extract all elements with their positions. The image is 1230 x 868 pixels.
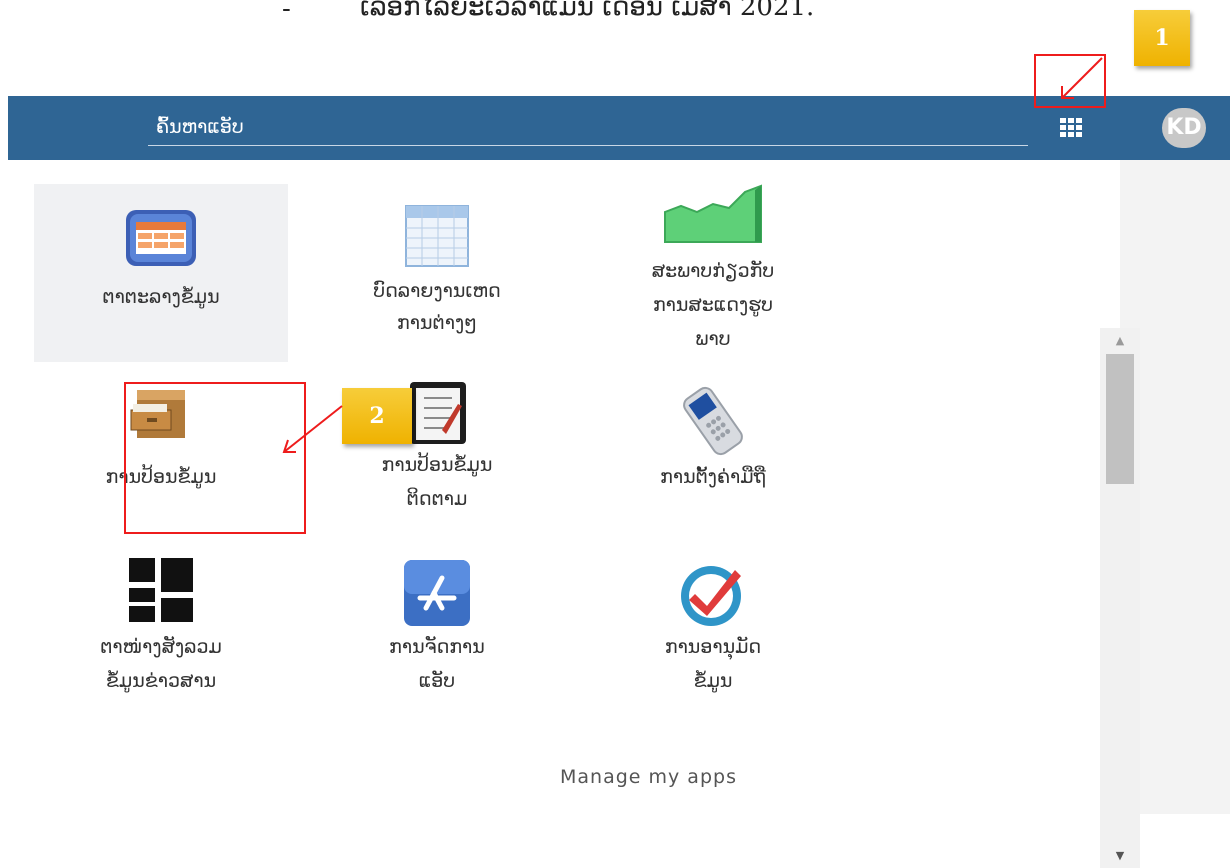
area-chart-icon [664,184,762,243]
apps-menu-button[interactable] [1056,114,1086,142]
clipboard-checklist-icon [410,382,466,444]
app-label: ການຈັດການ [389,636,485,658]
app-label-line2: ການຕ່າງໆ [397,312,477,334]
app-tile-data-tables[interactable]: ຕາຕະລາງຂໍ້ມູນ [34,184,288,362]
app-tile-event-reports[interactable]: ບົດລາຍງານເຫດ ການຕ່າງໆ [310,184,564,362]
app-label: ຕາໜ່າງສັງລວມ [100,636,222,658]
instruction-text: ເລືອກໄລຍະເວລາແມ່ນ ເດືອນ ເມສາ 2021. [360,0,815,22]
dashboard-tiles-icon [129,558,193,622]
app-label: ການຕັ້ງຄ່າມືຖື [660,466,766,488]
app-tile-mobile-config[interactable]: ການຕັ້ງຄ່າມືຖື [586,378,840,556]
scroll-thumb[interactable] [1106,354,1134,484]
user-avatar[interactable]: KD [1162,108,1206,148]
table-window-icon [126,210,196,266]
app-tile-dashboard[interactable]: ຕາໜ່າງສັງລວມ ຂໍ້ມູນຂ່າວສານ [34,552,288,730]
app-tile-data-approval[interactable]: ການອານຸມັດ ຂໍ້ມູນ [586,552,840,730]
app-label-line2: ຕິດຕາມ [406,488,468,510]
app-label-line2: ການສະແດງຮູບ [652,294,774,316]
app-tile-data-visualizer[interactable]: ສະພາບກ່ຽວກັບ ການສະແດງຮູບ ພາບ [586,176,840,354]
scroll-down-arrow-icon[interactable]: ▼ [1100,849,1140,862]
app-label: ການອານຸມັດ [664,636,762,658]
app-label: ສະພາບກ່ຽວກັບ [651,260,775,282]
app-label: ການປ້ອນຂໍ້ມູນ [381,454,493,476]
app-search-input[interactable]: ຄົ້ນຫາແອັບ [148,110,1028,146]
manage-my-apps-link[interactable]: Manage my apps [560,766,737,788]
scroll-up-arrow-icon[interactable]: ▲ [1100,334,1140,347]
step-2-highlight-box [124,382,306,534]
app-label-line2: ຂໍ້ມູນຂ່າວສານ [105,670,217,692]
document-instruction: - ເລືອກໄລຍະເວລາແມ່ນ ເດືອນ ເມສາ 2021. [0,0,1230,40]
app-store-icon [404,560,470,626]
bullet-dash: - [282,0,291,24]
step-1-highlight-box [1034,54,1106,108]
app-label-line2: ແອັບ [418,670,456,692]
approval-check-icon [681,566,741,626]
app-label: ຕາຕະລາງຂໍ້ມູນ [102,286,220,308]
apps-grid-icon [1060,118,1082,137]
mobile-phone-icon [683,386,743,456]
step-1-callout: 1 [1134,10,1190,66]
app-tile-app-management[interactable]: ການຈັດການ ແອັບ [310,552,564,730]
apps-scrollbar[interactable]: ▲ ▼ [1100,328,1140,868]
app-label: ບົດລາຍງານເຫດ [373,280,501,302]
app-label-line3: ພາບ [695,328,731,350]
step-2-callout: 2 [342,388,412,444]
spreadsheet-icon [405,205,469,267]
app-label-line2: ຂໍ້ມູນ [693,670,733,692]
